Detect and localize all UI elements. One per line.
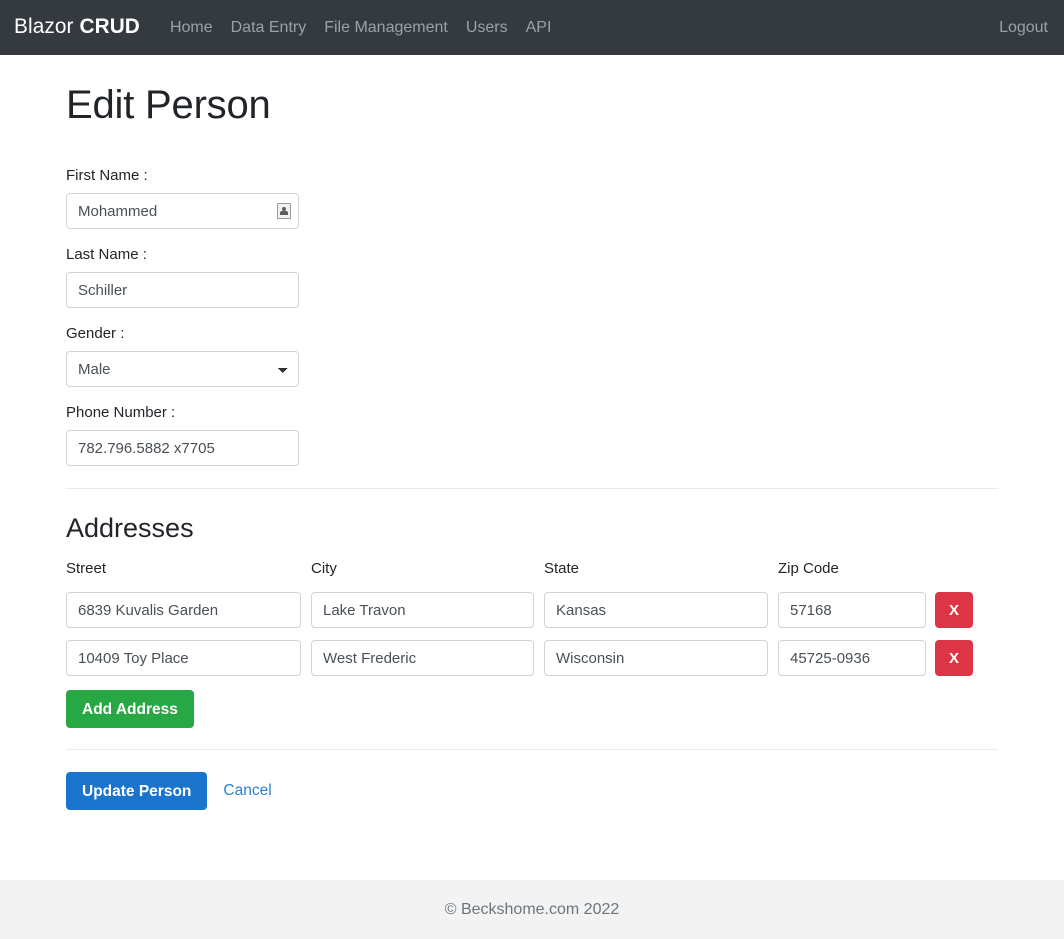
remove-address-button[interactable]: X [935,592,973,629]
address-city-input[interactable] [311,640,534,677]
content-container: Edit Person First Name : Last Name : [66,55,998,811]
addresses-section-title: Addresses [66,513,194,543]
field-group-phone: Phone Number : [66,404,998,466]
add-address-button[interactable]: Add Address [66,690,194,729]
page-footer: © Beckshome.com 2022 [0,880,1064,939]
primary-nav: Home Data Entry File Management Users AP… [161,19,560,37]
column-header-state: State [544,560,580,578]
column-header-zip-code: Zip Code [778,560,839,578]
nav-item-file-management: File Management [315,19,457,37]
nav-link-home[interactable]: Home [161,19,222,36]
last-name-input[interactable] [66,272,299,308]
address-street-cell [66,592,301,629]
brand-text-light: Blazor [14,15,74,39]
address-zip-input[interactable] [778,592,926,629]
nav-item-api: API [517,19,561,37]
top-navbar: Blazor CRUD Home Data Entry File Managem… [0,0,1064,55]
addresses-column-headers: Street City State Zip Code [66,560,998,578]
add-address-row: Add Address [66,690,998,729]
logout-link[interactable]: Logout [990,19,1048,36]
address-action-cell: X [935,592,973,629]
address-row: X [66,640,998,677]
nav-item-users: Users [457,19,517,37]
address-city-input[interactable] [311,592,534,629]
field-group-gender: Gender : Male [66,325,998,387]
address-state-cell [544,640,768,677]
nav-link-file-management[interactable]: File Management [315,19,457,36]
column-header-street: Street [66,560,107,578]
address-city-cell [311,640,534,677]
field-group-first-name: First Name : [66,167,998,229]
app-page: Blazor CRUD Home Data Entry File Managem… [0,0,1064,939]
phone-input[interactable] [66,430,299,466]
divider-above-addresses [66,488,998,489]
address-zip-cell [778,640,926,677]
nav-link-users[interactable]: Users [457,19,517,36]
address-street-input[interactable] [66,640,301,677]
first-name-input-wrap [66,193,299,229]
address-city-cell [311,592,534,629]
phone-label: Phone Number : [66,404,176,421]
first-name-input[interactable] [66,193,299,229]
address-action-cell: X [935,640,973,677]
update-person-button[interactable]: Update Person [66,772,208,811]
main-content: Edit Person First Name : Last Name : [0,55,1064,939]
divider-above-actions [66,749,998,751]
address-zip-input[interactable] [778,640,926,677]
navbar-right: Logout [990,19,1048,37]
nav-link-api[interactable]: API [517,19,561,36]
address-state-input[interactable] [544,640,768,677]
address-zip-cell [778,592,926,629]
remove-address-button[interactable]: X [935,640,973,677]
field-group-last-name: Last Name : [66,246,998,308]
first-name-label: First Name : [66,167,148,184]
gender-label: Gender : [66,325,125,342]
last-name-label: Last Name : [66,246,147,263]
form-actions: Update Person Cancel [66,772,998,811]
page-title: Edit Person [66,83,271,127]
nav-item-data-entry: Data Entry [222,19,316,37]
address-row: X [66,592,998,629]
brand-logo[interactable]: Blazor CRUD [14,15,140,39]
brand-text-bold: CRUD [79,15,140,39]
address-street-input[interactable] [66,592,301,629]
address-state-cell [544,592,768,629]
footer-copyright: © Beckshome.com 2022 [444,900,620,918]
column-header-city: City [311,560,337,578]
cancel-link[interactable]: Cancel [223,782,271,800]
gender-select[interactable]: Male [66,351,299,387]
address-state-input[interactable] [544,592,768,629]
nav-item-home: Home [161,19,222,37]
address-street-cell [66,640,301,677]
nav-link-data-entry[interactable]: Data Entry [222,19,316,36]
